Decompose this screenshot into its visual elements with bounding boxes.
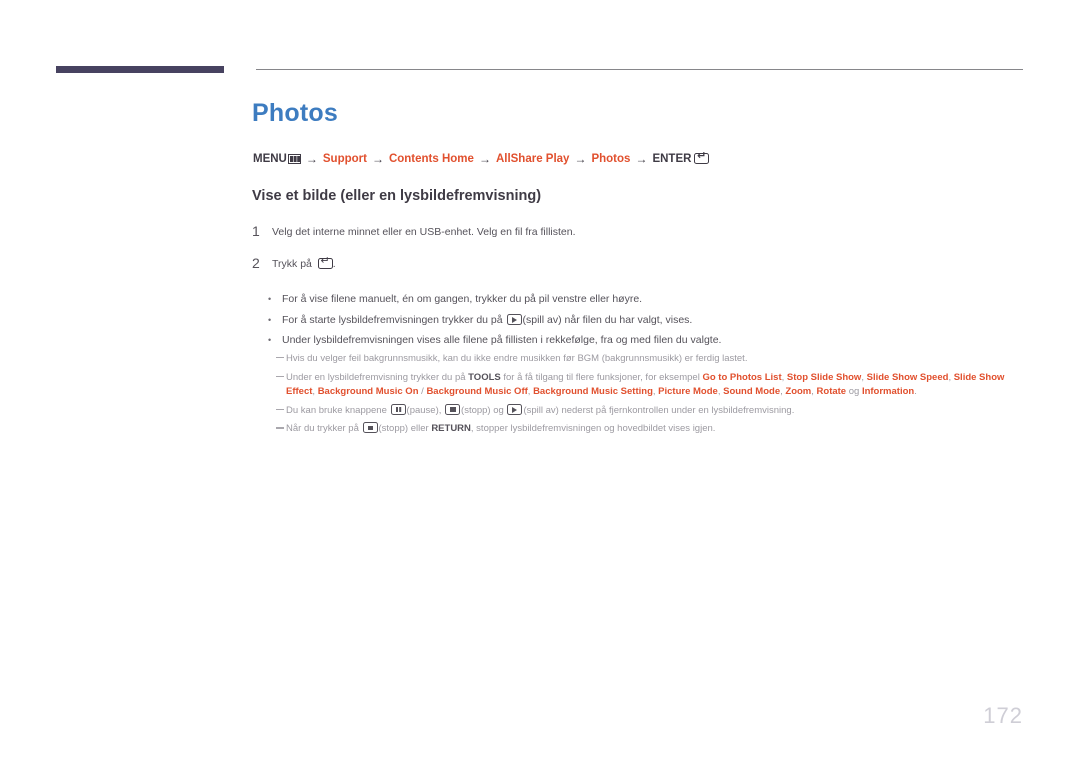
arrow-right-icon: → (478, 152, 491, 166)
breadcrumb-item-allshare-play[interactable]: AllShare Play (496, 153, 570, 165)
breadcrumb-item-contents-home[interactable]: Contents Home (389, 153, 474, 165)
step-number: 1 (252, 223, 260, 239)
note-lead: Du kan bruke knappene (286, 404, 390, 416)
stop-label: (stopp) og (461, 404, 507, 416)
return-key-label: RETURN (431, 423, 471, 435)
note-list: Hvis du velger feil bakgrunnsmusikk, kan… (276, 352, 1021, 441)
dash-marker-icon (276, 352, 286, 366)
step-text: Velg det interne minnet eller en USB-enh… (272, 226, 576, 238)
play-icon (506, 313, 522, 325)
option-zoom: Zoom (785, 386, 812, 398)
note-text: Du kan bruke knappene (pause), (stopp) o… (286, 403, 795, 419)
option-background-music-on: Background Music On (317, 386, 419, 398)
header-rule (256, 69, 1023, 70)
option-picture-mode: Picture Mode (658, 386, 718, 398)
enter-icon (694, 150, 710, 164)
option-sound-mode: Sound Mode (723, 386, 781, 398)
note-return: Når du trykker på (stopp) eller RETURN, … (276, 422, 1021, 437)
dash-marker-icon (276, 371, 286, 385)
bullet-text: For å vise filene manuelt, én om gangen,… (282, 293, 643, 305)
note-mid: for å få tilgang til flere funksjoner, f… (500, 371, 703, 383)
pause-icon (390, 403, 406, 415)
enter-icon (317, 255, 333, 269)
breadcrumb-label: MENU (253, 153, 287, 165)
note-lead: Under en lysbildefremvisning trykker du … (286, 371, 469, 383)
bullet-text-after: (spill av) når filen du har valgt, vises… (522, 313, 693, 326)
stop-icon (362, 422, 378, 434)
list-item: • Under lysbildefremvisningen vises alle… (268, 333, 1008, 347)
menu-icon (287, 154, 301, 164)
step-text-before: Trykk på (272, 258, 315, 270)
note-lead: Når du trykker på (286, 423, 362, 435)
option-go-to-photos-list: Go to Photos List (702, 371, 782, 383)
note-bgm-load: Hvis du velger feil bakgrunnsmusikk, kan… (276, 352, 1021, 367)
breadcrumb-item-photos[interactable]: Photos (591, 153, 630, 165)
arrow-right-icon: → (574, 152, 587, 166)
note-text: Under en lysbildefremvisning trykker du … (286, 371, 1021, 400)
note-text: Når du trykker på (stopp) eller RETURN, … (286, 422, 715, 437)
option-rotate: Rotate (816, 386, 847, 398)
list-item: • For å starte lysbildefremvisningen try… (268, 313, 1008, 327)
step-text-after: . (332, 258, 336, 270)
dash-marker-icon (276, 404, 286, 418)
stop-label: (stopp) eller (378, 423, 432, 435)
breadcrumb-label: ENTER (652, 153, 692, 165)
option-stop-slide-show: Stop Slide Show (786, 371, 862, 383)
arrow-right-icon: → (305, 152, 318, 166)
step-text: Trykk på . (272, 255, 336, 271)
step-item: 2 Trykk på . (252, 255, 1012, 271)
tools-key-label: TOOLS (468, 371, 501, 383)
header-accent-bar (56, 66, 224, 73)
bullet-text-before: For å starte lysbildefremvisningen trykk… (282, 313, 506, 326)
step-number: 2 (252, 255, 260, 271)
page-title: Photos (252, 99, 338, 127)
arrow-right-icon: → (635, 152, 648, 166)
breadcrumb-item-enter: ENTER (652, 150, 710, 165)
note-remote-buttons: Du kan bruke knappene (pause), (stopp) o… (276, 403, 1021, 419)
note-tools: Under en lysbildefremvisning trykker du … (276, 371, 1021, 400)
breadcrumb: MENU → Support → Contents Home → AllShar… (253, 150, 710, 166)
pause-label: (pause), (406, 404, 445, 416)
bullet-marker: • (268, 294, 272, 304)
play-label: (spill av) nederst på fjernkontrollen un… (523, 404, 795, 416)
note-end: . (914, 386, 917, 398)
option-slide-show-speed: Slide Show Speed (866, 371, 949, 383)
bullet-marker: • (268, 335, 272, 345)
stop-icon (445, 403, 461, 415)
conjunction: og (846, 386, 862, 398)
bullet-text: For å starte lysbildefremvisningen trykk… (282, 313, 692, 327)
breadcrumb-item-support[interactable]: Support (323, 153, 367, 165)
note-text: Hvis du velger feil bakgrunnsmusikk, kan… (286, 353, 748, 364)
option-background-music-off: Background Music Off (426, 386, 528, 398)
bullet-marker: • (268, 314, 272, 325)
step-item: 1 Velg det interne minnet eller en USB-e… (252, 224, 1012, 239)
option-background-music-setting: Background Music Setting (533, 386, 653, 398)
bullet-text: Under lysbildefremvisningen vises alle f… (282, 334, 722, 346)
step-list: 1 Velg det interne minnet eller en USB-e… (252, 224, 1012, 288)
option-information: Information (861, 386, 915, 398)
play-icon (507, 403, 523, 415)
page-number: 172 (983, 703, 1023, 728)
note-tail: , stopper lysbildefremvisningen og hoved… (470, 423, 716, 435)
list-item: • For å vise filene manuelt, én om gange… (268, 292, 1008, 306)
breadcrumb-item-menu: MENU (253, 153, 301, 165)
dash-marker-icon (276, 422, 286, 436)
bullet-list: • For å vise filene manuelt, én om gange… (268, 292, 1008, 354)
section-heading: Vise et bilde (eller en lysbildefremvisn… (252, 188, 542, 204)
arrow-right-icon: → (371, 152, 384, 166)
